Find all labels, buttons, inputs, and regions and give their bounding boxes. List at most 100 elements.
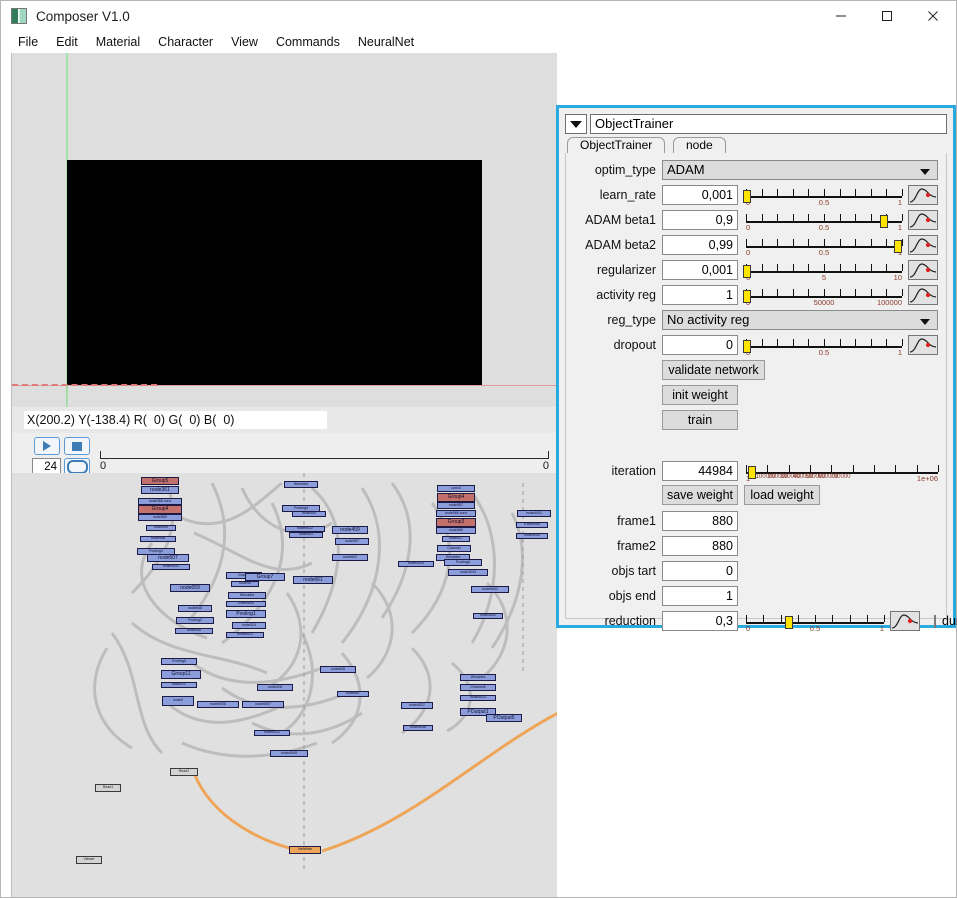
adam-beta1-slider[interactable]: 0 0.5 1 [746, 210, 903, 232]
graph-node[interactable]: node646 [175, 628, 213, 634]
graph-node[interactable]: node4038 [403, 725, 433, 731]
graph-node[interactable]: node6021 [226, 632, 264, 638]
dump-checkbox[interactable] [934, 614, 936, 628]
graph-node[interactable]: node450 [292, 511, 326, 517]
viewport-render-surface[interactable] [67, 160, 482, 385]
graph-node[interactable]: node557 [335, 538, 369, 545]
optim-type-combo[interactable]: ADAM [662, 160, 938, 180]
graph-node[interactable]: Group7 [245, 573, 285, 581]
graph-node[interactable]: Pooling5 [161, 658, 197, 665]
graph-node[interactable]: node459 [332, 526, 368, 534]
slider-knob[interactable] [742, 265, 751, 278]
graph-node[interactable]: node4044 [516, 533, 548, 539]
adam-beta2-slider[interactable]: 00.51 [746, 235, 903, 257]
graph-node[interactable]: node659 [170, 584, 210, 592]
graph-node[interactable]: node451 [289, 532, 323, 538]
graph-node[interactable]: node4043 [448, 569, 488, 576]
graph-node[interactable]: Group4 [437, 493, 475, 502]
adam-beta2-curve-button[interactable] [908, 235, 938, 255]
graph-node[interactable]: NetWrite [289, 846, 321, 854]
save-weight-button[interactable]: save weight [662, 485, 738, 505]
graph-node[interactable]: node559 [146, 525, 176, 531]
graph-node[interactable]: node4041 [517, 510, 551, 517]
validate-network-button[interactable]: validate network [662, 360, 765, 380]
play-button[interactable] [34, 437, 60, 455]
minimize-icon[interactable] [818, 1, 864, 31]
graph-node[interactable]: Extension [516, 522, 548, 528]
close-icon[interactable] [910, 1, 956, 31]
menu-view[interactable]: View [222, 35, 267, 49]
render-viewport[interactable] [12, 53, 557, 407]
objs-tart-input[interactable]: 0 [662, 561, 738, 581]
graph-node[interactable]: Winsides [460, 674, 496, 681]
slider-knob[interactable] [880, 215, 889, 228]
train-button[interactable]: train [662, 410, 738, 430]
graph-node[interactable]: node4037 [401, 702, 433, 709]
frame1-input[interactable]: 880 [662, 511, 738, 531]
graph-node[interactable]: node558 [140, 536, 176, 542]
graph-node[interactable]: POutput5 [486, 714, 522, 722]
menu-character[interactable]: Character [149, 35, 222, 49]
graph-node[interactable]: node366 conv [138, 498, 182, 505]
reduction-slider[interactable]: 0 0.5 1 [746, 611, 885, 633]
stop-button[interactable] [64, 437, 90, 455]
graph-node[interactable]: Pooling6 [444, 559, 482, 566]
graph-node[interactable]: node512 [161, 682, 197, 688]
graph-node[interactable]: node4023 [460, 695, 496, 701]
graph-node[interactable]: node517 [442, 536, 470, 542]
regularizer-slider[interactable]: 0510 [742, 260, 903, 282]
init-weight-button[interactable]: init weight [662, 385, 738, 405]
objs-end-input[interactable]: 1 [662, 586, 738, 606]
reduction-input[interactable]: 0,3 [662, 611, 738, 631]
graph-node[interactable]: node5006 [197, 701, 239, 708]
panel-name-field[interactable]: ObjectTrainer [590, 114, 947, 134]
graph-node[interactable]: Winsides [228, 592, 266, 599]
graph-node[interactable]: node5012 [254, 730, 290, 736]
graph-node[interactable]: node361 [141, 486, 179, 494]
graph-node[interactable]: node687 [337, 691, 369, 697]
graph-node[interactable]: node557 [437, 502, 475, 509]
graph-node[interactable]: node528 [257, 684, 293, 691]
graph-node[interactable]: node0 [162, 696, 194, 706]
activity-reg-slider[interactable]: 050000100000 [742, 285, 903, 307]
regularizer-input[interactable]: 0,001 [662, 260, 738, 280]
slider-knob[interactable] [747, 466, 756, 479]
load-weight-button[interactable]: load weight [744, 485, 820, 505]
slider-knob[interactable] [742, 290, 751, 303]
graph-node[interactable]: node560 [436, 527, 476, 534]
adam-beta1-curve-button[interactable] [908, 210, 938, 230]
graph-node[interactable]: Extension [226, 601, 266, 607]
timeline-slider[interactable]: 0 0 [100, 451, 549, 472]
graph-node[interactable]: Group5 [141, 477, 179, 485]
node-graph-canvas[interactable]: Group5 node361 node366 conv Group4 node560 no… [12, 473, 557, 897]
graph-node[interactable]: node661 [293, 576, 333, 584]
activity-reg-input[interactable]: 1 [662, 285, 738, 305]
graph-node[interactable]: Pooling1 [226, 610, 266, 618]
activity-reg-curve-button[interactable] [908, 285, 938, 305]
learn-rate-curve-button[interactable] [908, 185, 938, 205]
menu-commands[interactable]: Commands [267, 35, 349, 49]
adam-beta2-input[interactable]: 0,99 [662, 235, 738, 255]
graph-node[interactable]: node648 [178, 605, 212, 612]
graph-node[interactable]: Group4 [138, 505, 182, 514]
frame2-input[interactable]: 880 [662, 536, 738, 556]
slider-knob[interactable] [742, 340, 751, 353]
graph-node[interactable]: node628 [320, 666, 356, 673]
iteration-slider[interactable]: 1100000200000300000400000500000600000700… [746, 461, 939, 483]
menu-neuralnet[interactable]: NeuralNet [349, 35, 423, 49]
menu-edit[interactable]: Edit [47, 35, 87, 49]
slider-knob[interactable] [894, 240, 903, 253]
learn-rate-slider[interactable]: 00.51 [742, 185, 903, 207]
graph-node[interactable]: Read1 [95, 784, 121, 792]
reg-type-combo[interactable]: No activity reg [662, 310, 938, 330]
menu-material[interactable]: Material [87, 35, 149, 49]
slider-knob[interactable] [742, 190, 751, 203]
learn-rate-input[interactable]: 0,001 [662, 185, 738, 205]
graph-node[interactable]: node44 [231, 581, 259, 587]
graph-node[interactable]: Read2 [170, 768, 198, 776]
graph-node[interactable]: Group3 [436, 518, 476, 527]
graph-node[interactable]: Pooling2 [176, 617, 214, 624]
panel-dropdown-button[interactable] [565, 114, 587, 134]
tab-objecttrainer[interactable]: ObjectTrainer [567, 137, 666, 153]
graph-node[interactable]: node4045 [270, 750, 308, 757]
